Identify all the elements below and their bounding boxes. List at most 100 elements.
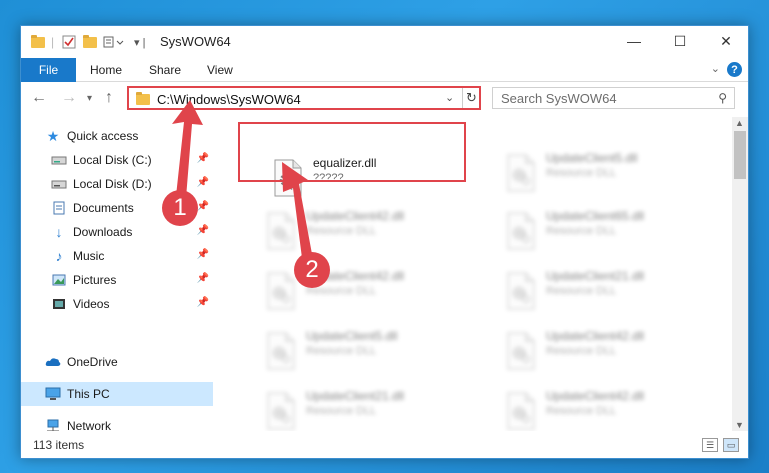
pin-icon: 📌 (196, 177, 209, 188)
sidebar-item-label: Pictures (73, 273, 117, 287)
folder-icon (31, 34, 45, 50)
tab-home[interactable]: Home (90, 63, 122, 77)
videos-icon (51, 297, 67, 311)
drive-icon (51, 177, 67, 191)
file-name: UpdateClient42.dll (546, 389, 645, 403)
tab-share[interactable]: Share (149, 63, 181, 77)
navigation-pane: ★ Quick access Local Disk (C:) 📌 Local D… (21, 117, 216, 433)
dll-file-icon (507, 272, 535, 310)
file-item[interactable]: UpdateClient42.dll Resource DLL (496, 325, 721, 379)
sidebar-item-pictures[interactable]: Pictures 📌 (21, 268, 213, 292)
dll-file-icon (507, 332, 535, 370)
file-type: Resource DLL (546, 285, 617, 297)
properties-icon[interactable] (62, 34, 76, 50)
help-button[interactable]: ? (727, 62, 742, 77)
quick-access-dropdown-icon[interactable]: ▾ | (134, 34, 145, 50)
pin-icon: 📌 (196, 273, 209, 284)
step-2-badge: 2 (294, 252, 330, 288)
address-bar[interactable]: C:\Windows\SysWOW64 ⌄ ↻ (127, 86, 481, 110)
step-1-badge: 1 (162, 190, 198, 226)
ribbon-tabs: File Home Share View ⌄ ? (21, 58, 748, 82)
refresh-icon[interactable]: ↻ (462, 88, 480, 108)
sidebar-item-music[interactable]: ♪ Music 📌 (21, 244, 213, 268)
file-name: UpdateClient65.dll (546, 209, 645, 223)
file-name: UpdateClient5.dll (546, 151, 638, 165)
star-icon: ★ (46, 127, 60, 144)
file-type: Resource DLL (546, 405, 617, 417)
large-icons-view-icon[interactable]: ▭ (723, 438, 739, 452)
file-name: UpdateClient42.dll (546, 329, 645, 343)
vertical-scrollbar[interactable]: ▲ ▼ (732, 117, 748, 431)
sidebar-item-onedrive[interactable]: OneDrive (21, 350, 213, 374)
back-arrow-icon[interactable]: ← (31, 89, 47, 107)
tab-view[interactable]: View (207, 63, 233, 77)
dll-file-icon (507, 392, 535, 430)
scroll-down-icon[interactable]: ▼ (735, 420, 744, 430)
file-item[interactable]: UpdateClient5.dll Resource DLL (256, 325, 481, 379)
dll-file-icon (267, 392, 295, 430)
pin-icon: 📌 (196, 201, 209, 212)
sidebar-item-this-pc[interactable]: This PC (21, 382, 213, 406)
file-name: UpdateClient21.dll (306, 389, 405, 403)
file-name: UpdateClient21.dll (546, 269, 645, 283)
pictures-icon (51, 273, 67, 287)
address-dropdown-icon[interactable]: ⌄ (445, 91, 454, 104)
file-type: Resource DLL (546, 167, 617, 179)
expand-ribbon-icon[interactable]: ⌄ (711, 62, 720, 75)
file-name: UpdateClient42.dll (306, 209, 405, 223)
status-bar: 113 items ☰ ▭ (21, 431, 748, 458)
file-item[interactable]: UpdateClient65.dll Resource DLL (496, 205, 721, 259)
dll-file-icon (267, 212, 295, 250)
file-name: UpdateClient5.dll (306, 329, 398, 343)
new-folder-icon[interactable] (83, 34, 97, 50)
folder-icon (136, 92, 150, 105)
pc-icon (45, 387, 61, 401)
file-type: Resource DLL (306, 405, 377, 417)
close-button[interactable]: ✕ (703, 26, 749, 56)
forward-arrow-icon[interactable]: → (61, 89, 77, 107)
file-item[interactable]: UpdateClient42.dll Resource DLL (496, 385, 721, 431)
sidebar-item-label: Local Disk (C:) (73, 153, 152, 167)
cloud-icon (45, 355, 61, 369)
highlight-box-file (238, 122, 466, 182)
scroll-up-icon[interactable]: ▲ (735, 118, 744, 128)
up-arrow-icon[interactable]: ↑ (105, 89, 113, 107)
customize-toolbar-icon[interactable] (103, 34, 127, 50)
documents-icon (51, 201, 67, 215)
pin-icon: 📌 (196, 297, 209, 308)
sidebar-item-label: Music (73, 249, 105, 263)
navigation-bar: ← → ▾ ↑ C:\Windows\SysWOW64 ⌄ ↻ Search S… (21, 83, 748, 117)
file-type: Resource DLL (546, 225, 617, 237)
sidebar-item-label: Downloads (73, 225, 133, 239)
file-item[interactable]: UpdateClient42.dll Resource DLL (256, 265, 481, 319)
maximize-button[interactable]: ☐ (657, 26, 703, 56)
sidebar-item-quick-access[interactable]: ★ Quick access (21, 124, 213, 148)
pin-icon: 📌 (196, 225, 209, 236)
sidebar-item-label: OneDrive (67, 355, 118, 369)
separator: | (51, 35, 55, 49)
title-bar: | ▾ | SysWOW64 — ☐ ✕ (21, 26, 748, 58)
recent-locations-icon[interactable]: ▾ (87, 93, 92, 104)
file-type: Resource DLL (546, 345, 617, 357)
pin-icon: 📌 (196, 153, 209, 164)
file-item[interactable]: UpdateClient5.dll Resource DLL (496, 147, 721, 201)
download-icon: ↓ (55, 224, 63, 240)
tab-file[interactable]: File (21, 58, 76, 82)
file-item[interactable]: UpdateClient42.dll Resource DLL (256, 205, 481, 259)
address-path: C:\Windows\SysWOW64 (157, 92, 301, 107)
file-item[interactable]: UpdateClient21.dll Resource DLL (496, 265, 721, 319)
scrollbar-thumb[interactable] (734, 131, 746, 179)
file-item[interactable]: UpdateClient21.dll Resource DLL (256, 385, 481, 431)
dll-file-icon (267, 332, 295, 370)
details-view-icon[interactable]: ☰ (702, 438, 718, 452)
explorer-window: | ▾ | SysWOW64 — ☐ ✕ File Home Share Vie… (20, 25, 749, 459)
dll-file-icon (507, 212, 535, 250)
file-type: Resource DLL (306, 225, 377, 237)
sidebar-item-label: This PC (67, 387, 110, 401)
search-input[interactable]: Search SysWOW64 ⚲ (492, 87, 735, 109)
minimize-button[interactable]: — (611, 26, 657, 56)
sidebar-item-videos[interactable]: Videos 📌 (21, 292, 213, 316)
sidebar-item-label: Quick access (67, 129, 139, 143)
sidebar-item-local-disk-c[interactable]: Local Disk (C:) 📌 (21, 148, 213, 172)
music-icon: ♪ (55, 248, 63, 264)
